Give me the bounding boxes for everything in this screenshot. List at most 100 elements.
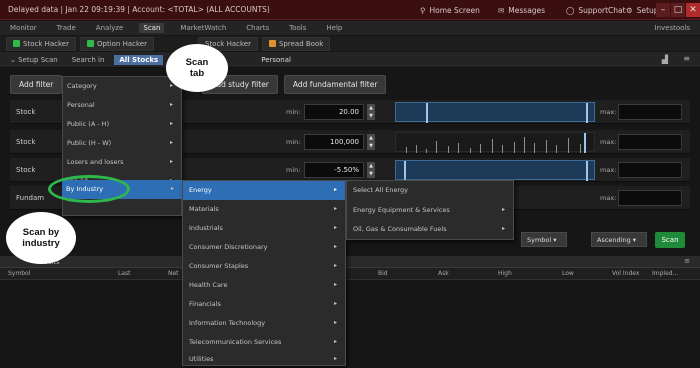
menu-monitor[interactable]: Monitor [6, 23, 41, 33]
sort-field-dropdown[interactable]: Symbol ▾ [521, 232, 567, 247]
minimize-button[interactable]: – [656, 3, 670, 17]
menu-item-label: Category [67, 82, 97, 90]
min-label: min: [286, 166, 301, 174]
min-stepper[interactable]: ▲ ▼ [367, 134, 375, 150]
max-input[interactable] [618, 162, 682, 178]
menu-item-select-all-energy[interactable]: Select All Energy [347, 181, 513, 200]
max-input[interactable] [618, 190, 682, 206]
chevron-right-icon: ▸ [333, 319, 337, 326]
menu-item-label: Materials [189, 205, 219, 213]
menu-item-consumer-discretionary[interactable]: Consumer Discretionary ▸ [183, 238, 345, 257]
min-input[interactable]: 100,000 [304, 134, 364, 150]
min-handle[interactable] [404, 161, 406, 181]
menu-charts[interactable]: Charts [242, 23, 273, 33]
menu-item-personal[interactable]: Personal ▸ [63, 96, 181, 115]
max-handle[interactable] [586, 103, 588, 123]
volume-histogram[interactable] [395, 132, 595, 153]
menu-item-industrials[interactable]: Industrials ▸ [183, 219, 345, 238]
col-bid[interactable]: Bid [378, 270, 388, 277]
menu-icon[interactable]: ≡ [683, 54, 690, 63]
menu-item-label: Consumer Discretionary [189, 243, 268, 251]
sector-menu: Energy ▸ Materials ▸ Industrials ▸ Consu… [182, 180, 346, 366]
tab-option-hacker[interactable]: Option Hacker [80, 36, 154, 51]
max-label: max: [600, 194, 617, 202]
search-universe-dropdown[interactable]: All Stocks [114, 54, 164, 65]
range-slider[interactable] [395, 160, 595, 181]
tab-option-hacker-label: Option Hacker [97, 39, 147, 48]
tab-spread-book[interactable]: Spread Book [261, 36, 331, 51]
menu-marketwatch[interactable]: MarketWatch [176, 23, 230, 33]
chevron-right-icon: ▸ [333, 281, 337, 288]
personal-dropdown[interactable]: Personal [257, 55, 295, 65]
support-chat-button[interactable]: ◯ SupportChat [566, 0, 626, 20]
setup-scan-toggle[interactable]: ⌄ Setup Scan [6, 55, 62, 65]
messages-label: Messages [508, 5, 546, 15]
menu-item-financials[interactable]: Financials ▸ [183, 295, 345, 314]
menu-item-label: Select All Energy [353, 186, 408, 194]
scan-subtabs: Stock Hacker Option Hacker Stock Hacker … [0, 36, 700, 51]
min-input[interactable]: -5.50% [304, 162, 364, 178]
menu-item-energy[interactable]: Energy ▸ [183, 181, 345, 200]
chevron-right-icon: ▸ [169, 101, 173, 108]
tab-stock-hacker[interactable]: Stock Hacker [6, 36, 76, 51]
max-handle[interactable] [586, 161, 588, 181]
range-slider[interactable] [395, 102, 595, 123]
setup-button[interactable]: ⚙ Setup [626, 0, 659, 20]
callout-scan-tab: Scan tab [166, 44, 228, 92]
max-input[interactable] [618, 104, 682, 120]
results-menu-icon[interactable]: ≡ [684, 257, 690, 265]
home-screen-button[interactable]: ⚲ Home Screen [420, 0, 480, 20]
col-last[interactable]: Last [118, 270, 131, 277]
min-stepper[interactable]: ▲ ▼ [367, 104, 375, 120]
close-button[interactable]: ✕ [686, 3, 700, 17]
min-stepper[interactable]: ▲ ▼ [367, 162, 375, 178]
sort-order-dropdown[interactable]: Ascending ▾ [591, 232, 647, 247]
menu-item-health-care[interactable]: Health Care ▸ [183, 276, 345, 295]
messages-button[interactable]: ✉ Messages [498, 0, 545, 20]
add-fundamental-filter-button[interactable]: Add fundamental filter [283, 74, 387, 94]
sort-order-value: Ascending [597, 236, 631, 244]
menu-item-consumer-staples[interactable]: Consumer Staples ▸ [183, 257, 345, 276]
menu-investools[interactable]: Investools [651, 23, 695, 33]
menu-item-materials[interactable]: Materials ▸ [183, 200, 345, 219]
col-low[interactable]: Low [562, 270, 574, 277]
col-symbol[interactable]: Symbol [8, 270, 30, 277]
filter-label: Fundam [16, 194, 45, 202]
menu-item-label: Industrials [189, 224, 223, 232]
menu-item-category[interactable]: Category ▸ [63, 77, 181, 96]
chevron-right-icon: ▸ [501, 206, 505, 213]
account-info: Delayed data | Jan 22 09:19:39 | Account… [8, 5, 270, 14]
scan-button[interactable]: Scan [655, 232, 685, 248]
menu-help[interactable]: Help [322, 23, 346, 33]
add-filter-button[interactable]: Add filter [10, 74, 63, 94]
chart-icon[interactable]: ▟ [662, 55, 668, 64]
menu-item-label: Energy Equipment & Services [353, 206, 450, 214]
min-label: min: [286, 108, 301, 116]
menu-analyze[interactable]: Analyze [92, 23, 128, 33]
menu-item-information-technology[interactable]: Information Technology ▸ [183, 314, 345, 333]
col-high[interactable]: High [498, 270, 512, 277]
menu-item-utilities[interactable]: Utilities ▸ [183, 350, 345, 368]
max-label: max: [600, 108, 617, 116]
menu-item-public-a-h[interactable]: Public (A - H) ▸ [63, 115, 181, 134]
menu-item-losers[interactable]: Losers and losers ▸ [63, 153, 181, 172]
tab-spread-book-label: Spread Book [278, 39, 324, 48]
col-net[interactable]: Net [168, 270, 179, 277]
menu-tools[interactable]: Tools [285, 23, 310, 33]
min-input[interactable]: 20.00 [304, 104, 364, 120]
col-implied[interactable]: Impled... [652, 270, 678, 277]
maximize-button[interactable]: □ [671, 3, 685, 17]
menu-item-energy-equipment[interactable]: Energy Equipment & Services ▸ [347, 201, 513, 220]
menu-trade[interactable]: Trade [53, 23, 80, 33]
menu-scan[interactable]: Scan [139, 23, 165, 33]
max-handle[interactable] [584, 133, 586, 153]
chevron-right-icon: ▸ [169, 158, 173, 165]
menu-item-oil-gas-fuels[interactable]: Oil, Gas & Consumable Fuels ▸ [347, 220, 513, 239]
min-handle[interactable] [426, 103, 428, 123]
col-vol-index[interactable]: Vol Index [612, 270, 639, 277]
chevron-right-icon: ▸ [333, 338, 337, 345]
max-input[interactable] [618, 134, 682, 150]
menu-item-public-h-w[interactable]: Public (H - W) ▸ [63, 134, 181, 153]
menu-item-label: Health Care [189, 281, 228, 289]
col-ask[interactable]: Ask [438, 270, 449, 277]
